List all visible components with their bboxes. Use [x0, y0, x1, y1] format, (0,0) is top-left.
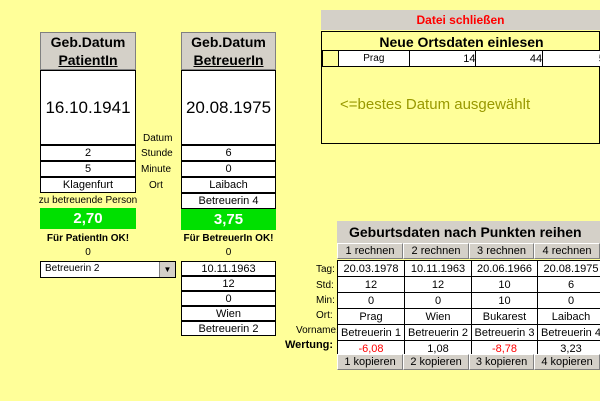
ranking-row-vorname: Betreuerin 1 Betreuerin 2 Betreuerin 3 B…	[337, 324, 600, 341]
carer-header-line1: Geb.Datum	[191, 34, 266, 50]
ranking-cell[interactable]: 10	[471, 292, 538, 309]
ranking-row-std: 12 12 10 6	[337, 276, 600, 293]
carer-ok-value: 0	[225, 247, 232, 258]
carer-date-cell[interactable]: 20.08.1975	[181, 70, 276, 145]
ranking-cell[interactable]: 12	[404, 276, 472, 293]
ranking-cell[interactable]: Wien	[404, 308, 472, 325]
ranking-row-ort: Prag Wien Bukarest Laibach	[337, 308, 600, 325]
best-date-cell[interactable]: 10.11.1963	[181, 261, 276, 276]
location-city-cell[interactable]: Prag	[337, 50, 410, 67]
dropdown-arrow-button[interactable]: ▼	[159, 262, 175, 277]
ranking-cell[interactable]: 20.06.1966	[471, 260, 538, 277]
ranking-cell[interactable]: 0	[404, 292, 472, 309]
ranking-label-vorname: Vorname:	[296, 325, 339, 336]
carer-hour-cell[interactable]: 6	[181, 145, 276, 161]
ranking-table: 20.03.1978 10.11.1963 20.06.1966 20.08.1…	[337, 260, 600, 357]
location-row-table: Prag 14 44 50	[322, 50, 600, 67]
patient-ok-label: Für PatientIn OK!	[46, 233, 130, 244]
patient-score: 2,70	[40, 208, 136, 229]
ranking-cell[interactable]: 0	[537, 292, 600, 309]
ranking-cell[interactable]: Betreuerin 1	[337, 324, 405, 341]
patient-minute-cell[interactable]: 5	[40, 161, 136, 177]
location-value-cell[interactable]: 44	[475, 50, 544, 67]
ranking-label-wertung: Wertung:	[285, 339, 334, 351]
carer-place-cell[interactable]: Laibach	[181, 177, 276, 193]
close-file-button[interactable]: Datei schließen	[321, 10, 600, 30]
label-minute: Minute	[141, 164, 172, 175]
chevron-down-icon: ▼	[163, 265, 172, 274]
carer-header: Geb.Datum BetreuerIn	[181, 32, 276, 70]
label-datum: Datum	[143, 133, 173, 144]
location-data-panel: Neue Ortsdaten einlesen Prag 14 44 50 <=…	[321, 31, 600, 144]
copy-button-2[interactable]: 2 kopieren	[403, 354, 469, 370]
best-place-cell[interactable]: Wien	[181, 306, 276, 321]
best-hour-cell[interactable]: 12	[181, 276, 276, 291]
carer-score: 3,75	[181, 209, 276, 230]
ranking-cell[interactable]: Laibach	[537, 308, 600, 325]
ranking-cell[interactable]: Betreuerin 3	[471, 324, 538, 341]
patient-place-cell[interactable]: Klagenfurt	[40, 177, 136, 193]
location-row-marker[interactable]	[322, 50, 339, 67]
ranking-label-tag: Tag:	[316, 264, 335, 275]
rank-button-1[interactable]: 1 rechnen	[337, 243, 403, 259]
patient-date-cell[interactable]: 16.10.1941	[40, 70, 136, 145]
ranking-label-ort: Ort:	[316, 310, 333, 321]
ranking-cell[interactable]: 6	[537, 276, 600, 293]
location-value-cell[interactable]: 14	[408, 50, 477, 67]
label-stunde: Stunde	[141, 148, 173, 159]
ranking-cell[interactable]: 0	[337, 292, 405, 309]
label-ort: Ort	[149, 180, 163, 191]
close-file-label: Datei schließen	[416, 13, 505, 27]
ranking-cell[interactable]: 10	[471, 276, 538, 293]
ranking-label-std: Std:	[316, 280, 334, 291]
patient-header: Geb.Datum PatientIn	[40, 32, 136, 70]
patient-hour-cell[interactable]: 2	[40, 145, 136, 161]
ranking-row-tag: 20.03.1978 10.11.1963 20.06.1966 20.08.1…	[337, 260, 600, 277]
best-name-cell[interactable]: Betreuerin 2	[181, 321, 276, 336]
copy-button-1[interactable]: 1 kopieren	[337, 354, 403, 370]
ranking-cell[interactable]: 20.03.1978	[337, 260, 405, 277]
ranking-row-min: 0 0 10 0	[337, 292, 600, 309]
best-minute-cell[interactable]: 0	[181, 291, 276, 306]
ranking-cell[interactable]: Prag	[337, 308, 405, 325]
copy-button-3[interactable]: 3 kopieren	[469, 354, 534, 370]
patient-caption: zu betreuende Person	[38, 195, 138, 206]
carer-ok-label: Für BetreuerIn OK!	[183, 233, 274, 244]
carer-select-dropdown[interactable]: Betreuerin 2 ▼	[40, 261, 176, 278]
rank-button-4[interactable]: 4 rechnen	[534, 243, 600, 259]
ranking-label-min: Min:	[316, 295, 335, 306]
carer-caption: Betreuerin 4	[181, 193, 276, 209]
patient-header-line2: PatientIn	[58, 52, 118, 68]
best-date-message: <=bestes Datum ausgewählt	[340, 96, 531, 113]
ranking-cell[interactable]: 10.11.1963	[404, 260, 472, 277]
ranking-cell[interactable]: Betreuerin 2	[404, 324, 472, 341]
carer-minute-cell[interactable]: 0	[181, 161, 276, 177]
ranking-cell[interactable]: Bukarest	[471, 308, 538, 325]
carer-select-value: Betreuerin 2	[45, 263, 100, 274]
load-location-data-title[interactable]: Neue Ortsdaten einlesen	[322, 34, 600, 50]
rank-button-2[interactable]: 2 rechnen	[403, 243, 469, 259]
patient-date: 16.10.1941	[45, 97, 131, 117]
carer-header-line2: BetreuerIn	[193, 52, 264, 68]
location-value-cell[interactable]: 50	[542, 50, 600, 67]
carer-date: 20.08.1975	[185, 97, 272, 117]
ranking-cell[interactable]: 12	[337, 276, 405, 293]
ranking-cell[interactable]: 20.08.1975	[537, 260, 600, 277]
ranking-cell[interactable]: Betreuerin 4	[537, 324, 600, 341]
patient-ok-value: 0	[85, 247, 91, 258]
copy-button-4[interactable]: 4 kopieren	[534, 354, 600, 370]
rank-button-3[interactable]: 3 rechnen	[469, 243, 534, 259]
patient-header-line1: Geb.Datum	[50, 34, 126, 50]
ranking-title: Geburtsdaten nach Punkten reihen	[337, 221, 600, 243]
